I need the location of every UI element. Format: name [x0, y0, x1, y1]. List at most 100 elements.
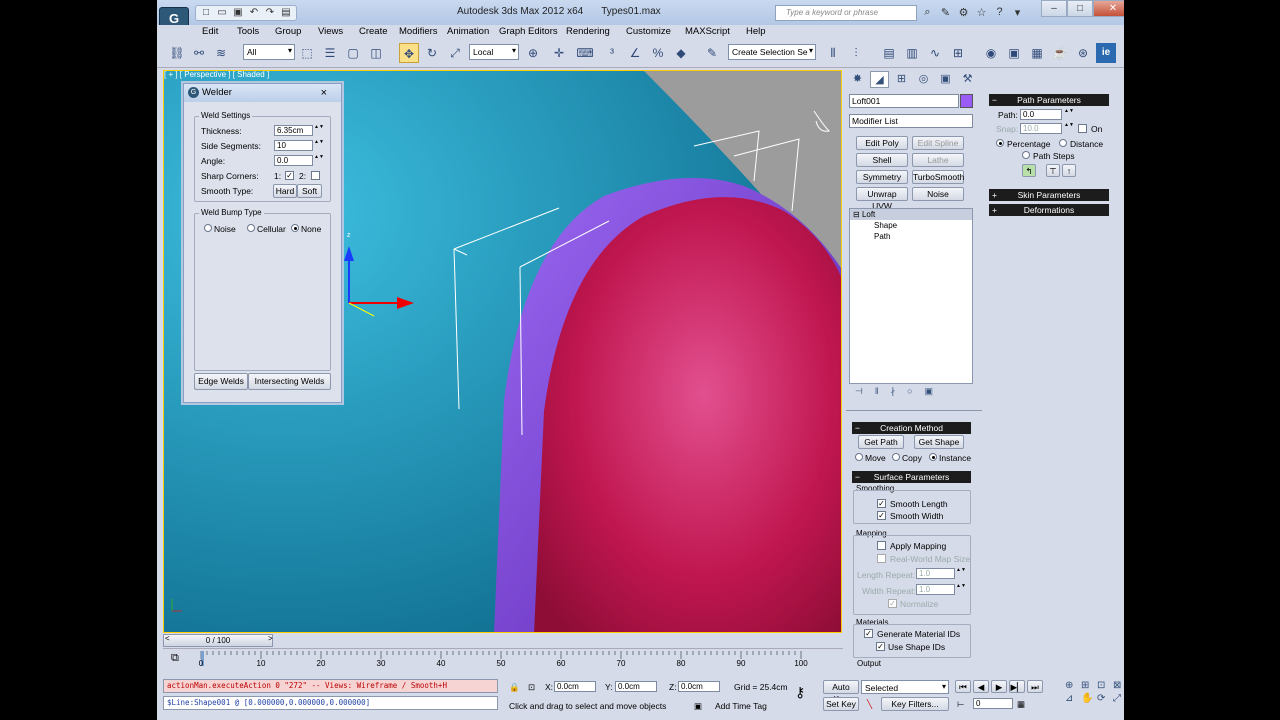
unwrap-uvw-button[interactable]: Unwrap UVW [856, 187, 908, 211]
window-crossing-icon[interactable]: ◫ [366, 43, 386, 63]
key-filters-button[interactable]: Key Filters... [881, 697, 949, 711]
menu-graph-editors[interactable]: Graph Editors [499, 26, 558, 37]
snap-spinner[interactable]: ▲▼ [1064, 123, 1074, 134]
sharp-2-checkbox[interactable] [311, 171, 320, 180]
maximize-icon[interactable]: □ [1067, 0, 1093, 17]
utilities-tab-icon[interactable]: ⚒ [958, 71, 977, 88]
length-repeat-input[interactable]: 1.0 [916, 568, 955, 579]
maxscript-output-mini[interactable]: $Line:Shape001 @ [0.000000,0.000000,0.00… [163, 696, 498, 710]
menu-animation[interactable]: Animation [447, 26, 489, 37]
track-bar[interactable]: ⧉ 0 10 20 30 40 50 60 70 80 90 100 [163, 648, 843, 673]
none-radio[interactable] [291, 224, 299, 232]
render-setup-icon[interactable]: ▣ [1004, 43, 1024, 63]
close-icon[interactable]: ✕ [1093, 0, 1124, 17]
creation-method-rollout[interactable]: − Creation Method [852, 422, 971, 434]
stack-item-loft[interactable]: ⊟ Loft [850, 209, 972, 220]
surface-parameters-rollout[interactable]: − Surface Parameters [852, 471, 971, 483]
angle-snap-icon[interactable]: ∠ [625, 43, 645, 63]
menu-create[interactable]: Create [359, 26, 388, 37]
motion-tab-icon[interactable]: ◎ [914, 71, 933, 88]
get-path-button[interactable]: Get Path [858, 435, 904, 449]
menu-customize[interactable]: Customize [626, 26, 671, 37]
edit-spline-button[interactable]: Edit Spline [912, 136, 964, 150]
generate-material-ids-checkbox[interactable]: ✓ [864, 629, 873, 638]
menu-tools[interactable]: Tools [237, 26, 259, 37]
get-shape-button[interactable]: Get Shape [914, 435, 964, 449]
previous-shape-icon[interactable]: ⊤ [1046, 164, 1060, 177]
material-editor-icon[interactable]: ◉ [981, 43, 1001, 63]
ref-coord-dropdown[interactable]: Local [469, 44, 519, 60]
binoculars-icon[interactable]: ⌕ [921, 6, 934, 19]
thickness-input[interactable]: 6.35cm [274, 125, 313, 136]
edit-named-sel-icon[interactable]: ✎ [702, 43, 722, 63]
menu-rendering[interactable]: Rendering [566, 26, 610, 37]
mirror-icon[interactable]: ⫴ [823, 43, 843, 63]
pin-stack-icon[interactable]: ⊣ [855, 386, 863, 401]
search-input[interactable]: Type a keyword or phrase [775, 5, 917, 21]
unlink-icon[interactable]: ⚯ [189, 43, 209, 63]
configure-sets-icon[interactable]: ▣ [925, 386, 934, 401]
sharp-1-checkbox[interactable]: ✓ [285, 171, 294, 180]
undo-icon[interactable]: ↶ [247, 6, 261, 20]
width-repeat-input[interactable]: 1.0 [916, 584, 955, 595]
menu-group[interactable]: Group [275, 26, 301, 37]
communication-icon[interactable]: ⚙ [957, 6, 970, 19]
copy-radio[interactable] [892, 453, 900, 461]
smooth-length-checkbox[interactable]: ✓ [877, 499, 886, 508]
object-name-field[interactable]: Loft001 [849, 94, 959, 108]
set-key-icon[interactable]: ⚷ [795, 685, 805, 700]
menu-maxscript[interactable]: MAXScript [685, 26, 730, 37]
favorites-icon[interactable]: ☆ [975, 6, 988, 19]
time-slider-thumb[interactable]: 0 / 100 [163, 634, 273, 647]
key-mode-dropdown[interactable]: Selected [861, 680, 949, 694]
skin-parameters-rollout[interactable]: + Skin Parameters [989, 189, 1109, 201]
use-shape-ids-checkbox[interactable]: ✓ [876, 642, 885, 651]
percentage-radio[interactable] [996, 139, 1004, 147]
edge-welds-tab[interactable]: Edge Welds [194, 373, 248, 390]
thickness-spinner[interactable]: ▲▼ [314, 125, 324, 136]
edit-poly-button[interactable]: Edit Poly [856, 136, 908, 150]
select-and-move-icon[interactable]: ✥ [399, 43, 419, 63]
menu-edit[interactable]: Edit [202, 26, 218, 37]
instance-radio[interactable] [929, 453, 937, 461]
lathe-button[interactable]: Lathe [912, 153, 964, 167]
percent-snap-icon[interactable]: % [648, 43, 668, 63]
next-shape-icon[interactable]: ↑ [1062, 164, 1076, 177]
open-icon[interactable]: ▭ [215, 6, 229, 20]
stack-item-shape[interactable]: Shape [850, 220, 972, 231]
auto-key-button[interactable]: Auto Key [823, 680, 859, 704]
rect-selection-icon[interactable]: ▢ [343, 43, 363, 63]
make-unique-icon[interactable]: ∤ [891, 386, 896, 401]
real-world-checkbox[interactable] [877, 554, 886, 563]
maximize-viewport-icon[interactable]: ⤢ [1113, 693, 1127, 704]
maxscript-listener-mini[interactable]: actionMan.executeAction 0 "272" -- Views… [163, 679, 498, 693]
prev-frame-button-icon[interactable]: ◀ [973, 680, 989, 693]
layer-manager-icon[interactable]: ▤ [879, 43, 899, 63]
length-repeat-spinner[interactable]: ▲▼ [956, 568, 966, 579]
new-icon[interactable]: □ [199, 6, 213, 20]
modifier-list-dropdown[interactable]: Modifier List [849, 114, 973, 128]
soft-button[interactable]: Soft [297, 184, 322, 198]
time-slider[interactable]: 0 / 100 < > [163, 633, 843, 648]
x-coordinate-input[interactable]: 0.0cm [554, 681, 596, 692]
key-slash-icon[interactable]: ╲ [867, 698, 872, 712]
stack-item-path[interactable]: Path [850, 231, 972, 242]
angle-input[interactable]: 0.0 [274, 155, 313, 166]
link-icon[interactable]: ⛓ [167, 43, 187, 63]
menu-modifiers[interactable]: Modifiers [399, 26, 438, 37]
intersecting-welds-tab[interactable]: Intersecting Welds [248, 373, 331, 390]
curve-editor-icon[interactable]: ∿ [925, 43, 945, 63]
expand-icon[interactable]: ⊟ [853, 210, 860, 219]
spinner-snap-icon[interactable]: ◆ [671, 43, 691, 63]
path-input[interactable]: 0.0 [1020, 109, 1062, 120]
side-segments-spinner[interactable]: ▲▼ [314, 140, 324, 151]
select-and-rotate-icon[interactable]: ↻ [422, 43, 442, 63]
internet-explorer-icon[interactable]: ie [1096, 43, 1116, 63]
selection-lock-icon[interactable]: 🔒 [509, 681, 520, 695]
save-icon[interactable]: ▣ [231, 6, 245, 20]
deformations-rollout[interactable]: + Deformations [989, 204, 1109, 216]
time-config-icon[interactable]: ▦ [1017, 698, 1025, 712]
select-and-scale-icon[interactable]: ⤢ [445, 43, 465, 63]
subscription-icon[interactable]: ✎ [939, 6, 952, 19]
time-tag-icon[interactable]: ▣ [694, 700, 702, 714]
